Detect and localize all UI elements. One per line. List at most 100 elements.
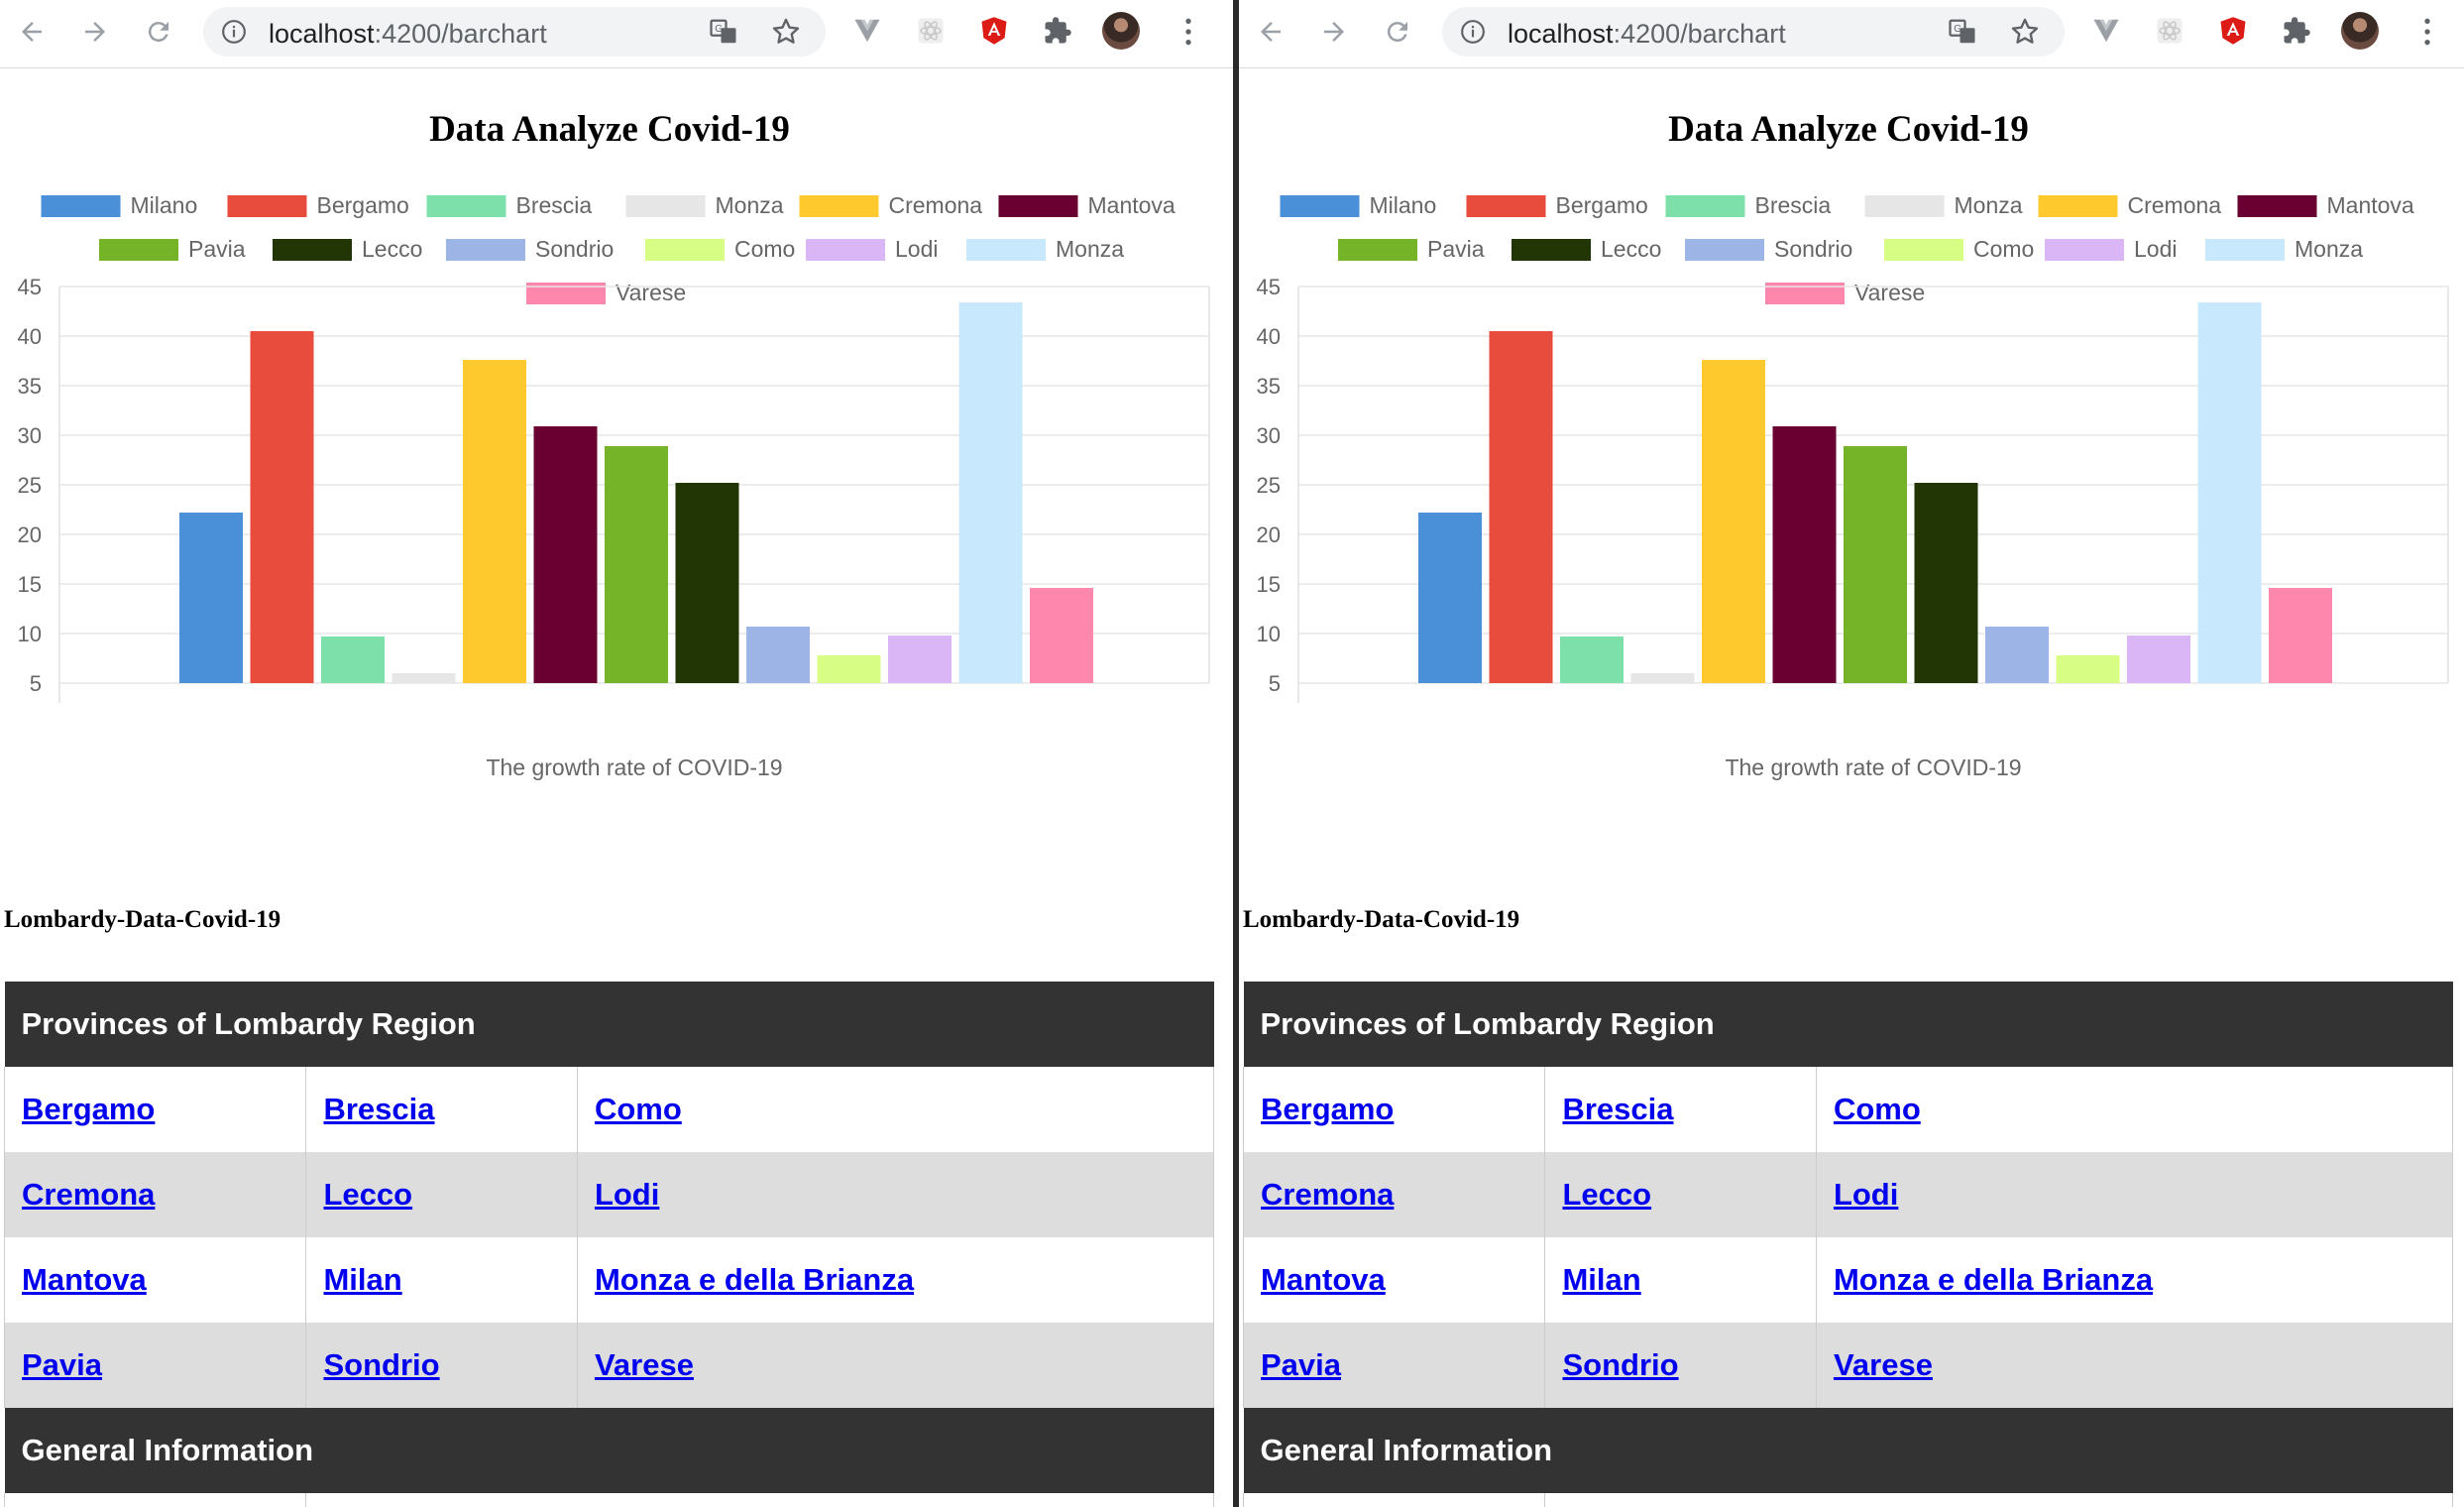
legend-label[interactable]: Brescia — [1755, 192, 1832, 218]
province-link[interactable]: Milan — [1562, 1262, 1640, 1297]
vue-devtools-extension[interactable] — [2089, 14, 2123, 48]
bar-lecco[interactable] — [1914, 483, 1978, 683]
province-link[interactable]: Monza e della Brianza — [595, 1262, 914, 1297]
profile-avatar[interactable] — [1102, 12, 1140, 50]
back-button[interactable] — [12, 12, 52, 52]
province-link[interactable]: Como — [595, 1092, 682, 1126]
province-link[interactable]: Mantova — [22, 1262, 147, 1297]
province-link[interactable]: Mantova — [1261, 1262, 1386, 1297]
info-icon[interactable] — [1460, 19, 1486, 45]
legend-swatch[interactable] — [1280, 195, 1360, 217]
legend-swatch[interactable] — [645, 239, 725, 261]
bar-monza[interactable] — [2197, 302, 2262, 683]
legend-label[interactable]: Como — [734, 236, 795, 262]
province-link[interactable]: Lecco — [1562, 1177, 1651, 1212]
bar-brescia[interactable] — [321, 637, 385, 683]
province-link[interactable]: Lodi — [1834, 1177, 1898, 1212]
bar-cremona[interactable] — [1702, 360, 1765, 683]
bar-monza[interactable] — [392, 673, 456, 683]
bar-cremona[interactable] — [463, 360, 526, 683]
legend-swatch[interactable] — [1512, 239, 1591, 261]
province-link[interactable]: Lodi — [595, 1177, 659, 1212]
province-link[interactable]: Pavia — [22, 1347, 102, 1382]
forward-button[interactable] — [75, 12, 115, 52]
legend-swatch[interactable] — [2205, 239, 2285, 261]
translate-icon[interactable]: G — [1948, 17, 1977, 47]
legend-label[interactable]: Monza — [1056, 236, 1124, 262]
menu-dots-icon[interactable] — [1181, 16, 1195, 48]
address-bar[interactable]: localhost:4200/barchart G — [1442, 7, 2065, 57]
legend-label[interactable]: Lecco — [362, 236, 422, 262]
province-link[interactable]: Bergamo — [1261, 1092, 1394, 1126]
legend-label[interactable]: Cremona — [2128, 192, 2222, 218]
bookmark-star-icon[interactable] — [2009, 16, 2041, 48]
bookmark-star-icon[interactable] — [770, 16, 802, 48]
legend-label[interactable]: Sondrio — [535, 236, 614, 262]
legend-label[interactable]: Mantova — [1088, 192, 1176, 218]
legend-label[interactable]: Lecco — [1601, 236, 1661, 262]
bar-lecco[interactable] — [675, 483, 739, 683]
bar-lodi[interactable] — [888, 636, 952, 683]
bar-monza[interactable] — [958, 302, 1023, 683]
province-link[interactable]: Brescia — [323, 1092, 434, 1126]
legend-label[interactable]: Sondrio — [1774, 236, 1852, 262]
province-link[interactable]: Sondrio — [1562, 1347, 1678, 1382]
legend-swatch[interactable] — [41, 195, 121, 217]
legend-swatch[interactable] — [99, 239, 178, 261]
legend-swatch[interactable] — [966, 239, 1046, 261]
bar-milano[interactable] — [179, 513, 243, 683]
bar-pavia[interactable] — [605, 446, 668, 683]
legend-swatch[interactable] — [998, 195, 1078, 217]
province-link[interactable]: Monza e della Brianza — [1834, 1262, 2153, 1297]
legend-swatch[interactable] — [446, 239, 525, 261]
province-link[interactable]: Varese — [595, 1347, 694, 1382]
back-button[interactable] — [1251, 12, 1290, 52]
bar-pavia[interactable] — [1844, 446, 1907, 683]
legend-swatch[interactable] — [1466, 195, 1546, 217]
bar-monza[interactable] — [1630, 673, 1695, 683]
legend-swatch[interactable] — [1685, 239, 1764, 261]
reload-button[interactable] — [139, 12, 178, 52]
legend-label[interactable]: Mantova — [2327, 192, 2414, 218]
menu-dots-icon[interactable] — [2420, 16, 2434, 48]
translate-icon[interactable]: G — [709, 17, 738, 47]
legend-label[interactable]: Varese — [616, 280, 686, 305]
bar-brescia[interactable] — [1560, 637, 1624, 683]
legend-label[interactable]: Lodi — [895, 236, 938, 262]
bar-sondrio[interactable] — [1985, 627, 2049, 683]
province-link[interactable]: Bergamo — [22, 1092, 155, 1126]
legend-label[interactable]: Bergamo — [1556, 192, 1648, 218]
legend-swatch[interactable] — [1665, 195, 1745, 217]
bar-mantova[interactable] — [533, 426, 598, 683]
legend-swatch[interactable] — [273, 239, 352, 261]
legend-swatch[interactable] — [2045, 239, 2124, 261]
legend-swatch[interactable] — [426, 195, 506, 217]
legend-label[interactable]: Pavia — [188, 236, 246, 262]
legend-swatch[interactable] — [806, 239, 885, 261]
province-link[interactable]: Pavia — [1261, 1347, 1341, 1382]
legend-label[interactable]: Brescia — [516, 192, 593, 218]
legend-label[interactable]: Como — [1973, 236, 2034, 262]
forward-button[interactable] — [1314, 12, 1354, 52]
legend-label[interactable]: Milano — [1370, 192, 1437, 218]
legend-label[interactable]: Monza — [1955, 192, 2023, 218]
province-link[interactable]: Sondrio — [323, 1347, 439, 1382]
legend-label[interactable]: Pavia — [1427, 236, 1485, 262]
angular-devtools-extension[interactable] — [977, 14, 1011, 48]
bar-sondrio[interactable] — [746, 627, 810, 683]
bar-bergamo[interactable] — [250, 331, 314, 683]
legend-swatch[interactable] — [625, 195, 706, 217]
legend-swatch[interactable] — [2237, 195, 2317, 217]
legend-label[interactable]: Milano — [131, 192, 198, 218]
legend-label[interactable]: Lodi — [2134, 236, 2177, 262]
bar-como[interactable] — [2056, 655, 2120, 683]
province-link[interactable]: Lecco — [323, 1177, 412, 1212]
extensions-button[interactable] — [2280, 14, 2313, 48]
legend-swatch[interactable] — [1884, 239, 1963, 261]
legend-swatch[interactable] — [1338, 239, 1417, 261]
bar-lodi[interactable] — [2127, 636, 2190, 683]
extensions-button[interactable] — [1041, 14, 1074, 48]
legend-label[interactable]: Monza — [716, 192, 784, 218]
profile-avatar[interactable] — [2341, 12, 2379, 50]
react-devtools-extension[interactable] — [914, 14, 948, 48]
